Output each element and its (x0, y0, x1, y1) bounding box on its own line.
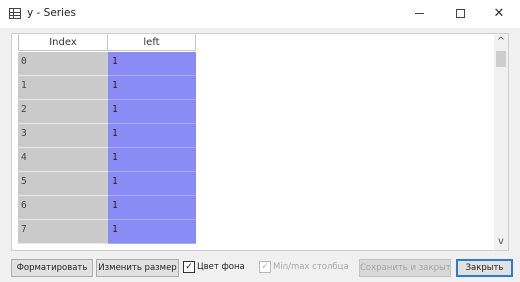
window-title: y - Series (27, 7, 76, 19)
close-window-button[interactable]: ✕ (480, 0, 518, 28)
row-index-cell[interactable]: 0 (18, 52, 108, 76)
minimize-button[interactable] (400, 0, 438, 28)
row-index-cell[interactable]: 6 (18, 196, 108, 220)
close-icon: ✕ (493, 6, 505, 21)
column-minmax-checkbox: ✓ (259, 261, 271, 273)
row-index-cell[interactable]: 2 (18, 100, 108, 124)
row-index-cell[interactable]: 1 (18, 76, 108, 100)
close-button[interactable]: Закрыть (456, 259, 513, 277)
value-cell[interactable]: 1 (108, 100, 196, 124)
column-header-left[interactable]: left (108, 34, 196, 51)
table-icon (9, 8, 21, 19)
value-cell[interactable]: 1 (108, 124, 196, 148)
row-index-cell[interactable]: 5 (18, 172, 108, 196)
save-and-close-button: Сохранить и закрыть (359, 259, 451, 277)
resize-button[interactable]: Изменить размер (96, 259, 179, 277)
value-cell[interactable]: 1 (108, 220, 196, 244)
value-cell[interactable]: 1 (108, 52, 196, 76)
format-button[interactable]: Форматировать (11, 259, 93, 277)
column-minmax-label: Min/max столбца (273, 262, 349, 272)
scroll-up-icon[interactable]: ^ (494, 35, 508, 49)
value-cell[interactable]: 1 (108, 172, 196, 196)
title-bar: y - Series ✕ (0, 0, 520, 28)
value-cell[interactable]: 1 (108, 196, 196, 220)
scrollbar-thumb[interactable] (496, 51, 506, 67)
row-index-cell[interactable]: 3 (18, 124, 108, 148)
background-color-label[interactable]: Цвет фона (197, 262, 245, 272)
value-cell[interactable]: 1 (108, 148, 196, 172)
background-color-checkbox[interactable]: ✓ (183, 261, 195, 273)
row-index-cell[interactable]: 4 (18, 148, 108, 172)
minimize-icon (414, 13, 424, 14)
series-table[interactable]: Index left 0 1 1 1 2 1 3 1 4 1 5 1 6 1 7… (11, 33, 509, 251)
maximize-icon (455, 9, 465, 18)
row-index-cell[interactable]: 7 (18, 220, 108, 244)
vertical-scrollbar[interactable]: ^ v (494, 34, 508, 250)
column-header-index[interactable]: Index (18, 34, 108, 51)
scroll-down-icon[interactable]: v (494, 235, 508, 249)
maximize-button[interactable] (441, 0, 479, 28)
bottom-toolbar: Форматировать Изменить размер ✓ Цвет фон… (0, 255, 520, 282)
value-cell[interactable]: 1 (108, 76, 196, 100)
